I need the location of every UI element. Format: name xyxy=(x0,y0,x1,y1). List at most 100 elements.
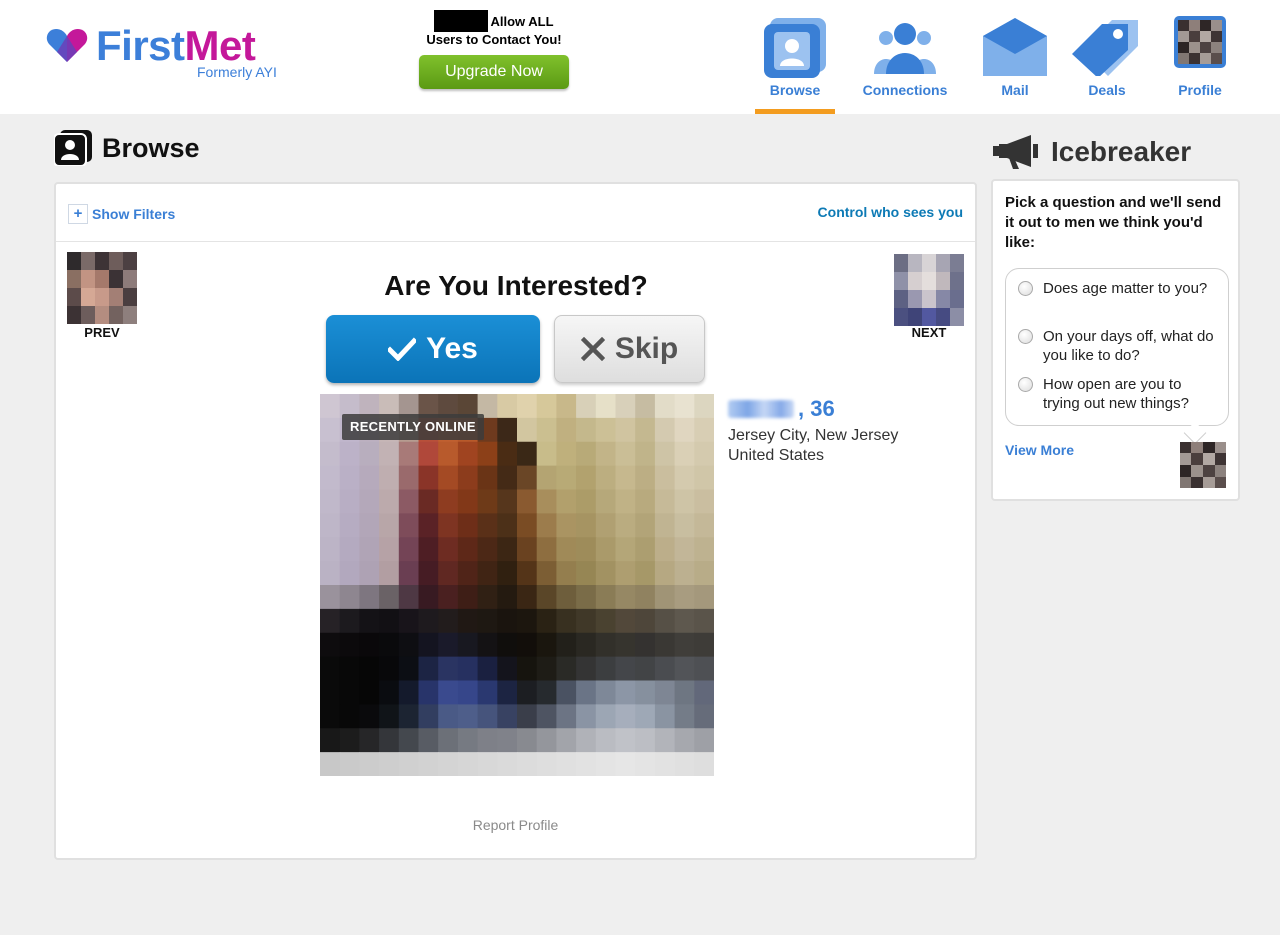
photo-pixel xyxy=(556,752,577,776)
show-filters-label: Show Filters xyxy=(92,206,176,222)
photo-pixel xyxy=(359,489,380,514)
photo-pixel xyxy=(595,441,617,467)
photo-pixel xyxy=(654,537,676,562)
photo-pixel xyxy=(457,513,479,538)
firstmet-logo[interactable]: FirstMet Formerly AYI xyxy=(46,22,296,82)
next-profile-thumbnail[interactable] xyxy=(894,254,964,326)
member-age: , 36 xyxy=(798,396,835,421)
photo-pixel xyxy=(438,728,459,753)
redacted-block xyxy=(434,10,489,32)
photo-pixel xyxy=(694,465,714,491)
upgrade-now-button[interactable]: Upgrade Now xyxy=(419,55,569,89)
photo-pixel xyxy=(635,632,656,658)
photo-pixel xyxy=(379,608,400,634)
photo-pixel xyxy=(536,561,557,586)
photo-pixel xyxy=(635,704,656,729)
photo-pixel xyxy=(339,728,360,753)
logo-subtitle: Formerly AYI xyxy=(197,64,277,80)
photo-pixel xyxy=(576,632,597,658)
nav-connections[interactable]: Connections xyxy=(860,14,950,114)
photo-pixel xyxy=(615,561,636,586)
photo-pixel xyxy=(615,704,636,729)
photo-pixel xyxy=(674,608,695,634)
icebreaker-option[interactable]: How open are you to trying out new thing… xyxy=(1018,375,1218,413)
photo-pixel xyxy=(438,441,459,467)
option-label: On your days off, what do you like to do… xyxy=(1043,328,1214,364)
photo-pixel xyxy=(438,513,459,538)
photo-pixel xyxy=(418,728,439,753)
photo-pixel xyxy=(359,632,380,658)
photo-pixel xyxy=(556,585,577,610)
photo-pixel xyxy=(379,704,400,729)
photo-pixel xyxy=(477,608,498,634)
nav-profile[interactable]: Profile xyxy=(1155,14,1245,114)
skip-button[interactable]: Skip xyxy=(554,315,705,383)
photo-pixel xyxy=(438,656,459,682)
photo-pixel xyxy=(635,585,656,610)
photo-pixel xyxy=(654,513,676,538)
nav-browse[interactable]: Browse xyxy=(750,14,840,114)
photo-pixel xyxy=(536,441,557,467)
next-label[interactable]: NEXT xyxy=(894,325,964,340)
photo-pixel xyxy=(674,394,695,419)
photo-pixel xyxy=(320,728,341,753)
close-icon xyxy=(580,337,605,361)
photo-pixel xyxy=(517,417,538,443)
report-profile-link[interactable]: Report Profile xyxy=(56,817,975,833)
photo-pixel xyxy=(497,417,518,443)
photo-pixel xyxy=(339,537,360,562)
photo-pixel xyxy=(615,608,636,634)
photo-pixel xyxy=(674,489,695,514)
photo-pixel xyxy=(339,489,360,514)
icebreaker-option[interactable]: Does age matter to you? xyxy=(1018,279,1218,298)
photo-pixel xyxy=(615,680,636,705)
photo-pixel xyxy=(320,513,341,538)
nav-label: Browse xyxy=(769,82,821,98)
photo-pixel xyxy=(556,465,577,491)
photo-pixel xyxy=(694,441,714,467)
photo-pixel xyxy=(576,752,597,776)
icebreaker-option[interactable]: On your days off, what do you like to do… xyxy=(1018,327,1218,365)
photo-pixel xyxy=(674,704,695,729)
control-who-sees-you-link[interactable]: Control who sees you xyxy=(818,204,963,220)
photo-pixel xyxy=(359,752,380,776)
member-name-blurred xyxy=(728,400,794,418)
nav-label: Connections xyxy=(862,82,948,98)
photo-pixel xyxy=(595,752,617,776)
view-more-link[interactable]: View More xyxy=(1005,442,1074,458)
member-name-row[interactable]: , 36 xyxy=(728,396,898,422)
photo-pixel xyxy=(694,704,714,729)
photo-pixel xyxy=(398,489,420,514)
prev-label[interactable]: PREV xyxy=(67,325,137,340)
photo-pixel xyxy=(635,441,656,467)
photo-pixel xyxy=(339,656,360,682)
photo-pixel xyxy=(694,656,714,682)
nav-deals[interactable]: Deals xyxy=(1062,14,1152,114)
member-photo[interactable] xyxy=(320,394,714,776)
radio-button[interactable] xyxy=(1018,377,1033,392)
photo-pixel xyxy=(477,441,498,467)
yes-button[interactable]: Yes xyxy=(326,315,540,383)
photo-pixel xyxy=(497,608,518,634)
show-filters-toggle[interactable]: + Show Filters xyxy=(68,204,175,224)
photo-pixel xyxy=(635,656,656,682)
photo-pixel xyxy=(615,489,636,514)
photo-pixel xyxy=(615,465,636,491)
photo-pixel xyxy=(595,513,617,538)
photo-pixel xyxy=(536,752,557,776)
mail-icon xyxy=(983,18,1047,76)
radio-button[interactable] xyxy=(1018,281,1033,296)
prev-profile-thumbnail[interactable] xyxy=(67,252,137,324)
photo-pixel xyxy=(477,513,498,538)
pixelated-photo xyxy=(320,394,714,776)
photo-pixel xyxy=(359,585,380,610)
nav-mail[interactable]: Mail xyxy=(970,14,1060,114)
photo-pixel xyxy=(595,561,617,586)
photo-pixel xyxy=(517,752,538,776)
promo-line-2: Users to Contact You! xyxy=(426,32,562,47)
photo-pixel xyxy=(457,608,479,634)
photo-pixel xyxy=(674,561,695,586)
radio-button[interactable] xyxy=(1018,329,1033,344)
photo-pixel xyxy=(635,513,656,538)
photo-pixel xyxy=(438,585,459,610)
